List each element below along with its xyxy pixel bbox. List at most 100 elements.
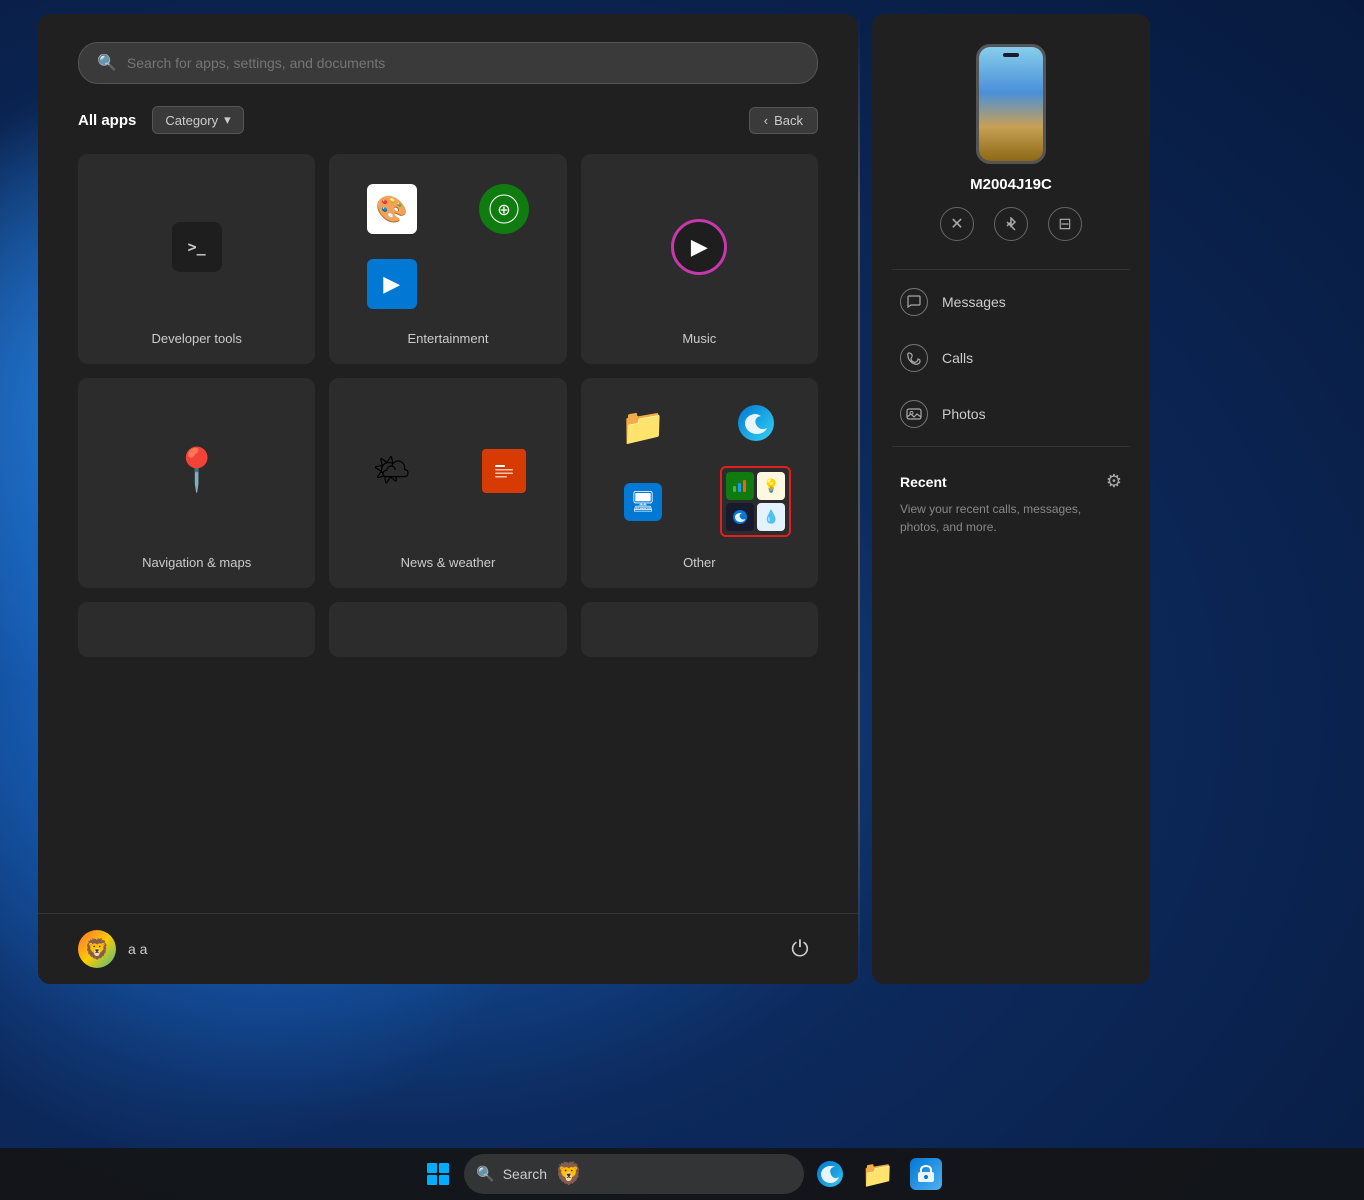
- divider-1: [892, 269, 1130, 270]
- app-tile-entertainment[interactable]: 🎨 ⊕ ▶ Entertainment: [329, 154, 566, 364]
- nav-item-photos[interactable]: Photos: [892, 386, 1130, 442]
- divider-2: [892, 446, 1130, 447]
- taskbar-center: 🔍 Search 🦁 📁: [416, 1152, 948, 1196]
- placeholder-icon: [479, 259, 529, 309]
- calls-label: Calls: [942, 350, 973, 366]
- category-label: Category: [165, 113, 218, 128]
- taskbar-store-icon: [910, 1158, 942, 1190]
- top-left-controls: All apps Category ▾: [78, 106, 244, 134]
- recent-header: Recent ⚙: [892, 471, 1130, 492]
- category-button[interactable]: Category ▾: [152, 106, 243, 134]
- mini-icon-3: [726, 503, 754, 531]
- svg-text:⊕: ⊕: [498, 202, 511, 219]
- back-button[interactable]: ‹ Back: [749, 107, 818, 134]
- user-area: 🦁 a a ⏻: [38, 913, 858, 984]
- mini-icon-2: 💡: [757, 472, 785, 500]
- app-tile-developer-tools[interactable]: >_ Developer tools: [78, 154, 315, 364]
- mini-icon-1: [726, 472, 754, 500]
- music-icon: ▶: [671, 219, 727, 275]
- top-controls: All apps Category ▾ ‹ Back: [78, 106, 818, 134]
- paint-icon: 🎨: [367, 184, 417, 234]
- messages-label: Messages: [942, 294, 1006, 310]
- taskbar: 🔍 Search 🦁 📁: [0, 1148, 1364, 1200]
- news-weather-icons: 🌤: [339, 400, 556, 541]
- win-pane-2: [439, 1163, 449, 1173]
- navigation-label: Navigation & maps: [142, 555, 251, 570]
- edge-icon: [737, 404, 775, 451]
- app-tile-navigation[interactable]: 📍 Navigation & maps: [78, 378, 315, 588]
- other-label: Other: [683, 555, 716, 570]
- phone-image: [976, 44, 1046, 164]
- back-label: Back: [774, 113, 803, 128]
- win-pane-4: [439, 1175, 449, 1185]
- other-icons: 📁 🖥: [591, 400, 808, 541]
- recent-settings-icon[interactable]: ⚙: [1106, 471, 1122, 492]
- movie-icon: ▶: [367, 259, 417, 309]
- app-group-highlighted: 💡 💧: [720, 466, 791, 537]
- start-button[interactable]: [416, 1152, 460, 1196]
- avatar-emoji: 🦁: [85, 937, 110, 962]
- phone-disconnect-button[interactable]: ✕: [940, 207, 974, 241]
- photos-icon: [900, 400, 928, 428]
- back-chevron-icon: ‹: [764, 113, 768, 128]
- messages-icon: [900, 288, 928, 316]
- bottom-tile-2: [329, 602, 566, 657]
- panel-separator: [858, 14, 860, 984]
- search-icon: 🔍: [97, 53, 117, 73]
- win-pane-3: [427, 1175, 437, 1185]
- chevron-down-icon: ▾: [224, 112, 231, 128]
- photos-label: Photos: [942, 406, 986, 422]
- app-search-input[interactable]: [127, 55, 799, 71]
- app-tile-music[interactable]: ▶ Music: [581, 154, 818, 364]
- entertainment-label: Entertainment: [408, 331, 489, 346]
- nav-item-calls[interactable]: Calls: [892, 330, 1130, 386]
- music-icons: ▶: [591, 176, 808, 317]
- developer-tools-label: Developer tools: [152, 331, 242, 346]
- developer-tools-icons: >_: [88, 176, 305, 317]
- user-info[interactable]: 🦁 a a: [78, 930, 147, 968]
- xbox-icon: ⊕: [479, 184, 529, 234]
- taskbar-search[interactable]: 🔍 Search 🦁: [464, 1154, 804, 1194]
- taskbar-explorer-button[interactable]: 📁: [856, 1152, 900, 1196]
- bottom-tile-1: [78, 602, 315, 657]
- app-search-bar[interactable]: 🔍: [78, 42, 818, 84]
- taskbar-edge-icon: [816, 1160, 844, 1188]
- music-label: Music: [682, 331, 716, 346]
- taskbar-store-button[interactable]: [904, 1152, 948, 1196]
- taskbar-edge-button[interactable]: [808, 1152, 852, 1196]
- windows-logo: [427, 1163, 449, 1185]
- entertainment-icons: 🎨 ⊕ ▶: [339, 176, 556, 317]
- phone-notch: [1003, 53, 1019, 57]
- phone-bluetooth-button[interactable]: [994, 207, 1028, 241]
- recent-description: View your recent calls, messages, photos…: [892, 500, 1130, 536]
- maps-icon: 📍: [171, 446, 223, 495]
- taskbar-search-icon: 🔍: [476, 1165, 495, 1183]
- phone-action-buttons: ✕ ⊟: [940, 207, 1082, 241]
- user-name: a a: [128, 941, 147, 957]
- weather-icon: 🌤: [373, 453, 411, 488]
- remote-desktop-icon: 🖥: [624, 483, 662, 521]
- phone-more-button[interactable]: ⊟: [1048, 207, 1082, 241]
- apps-grid: >_ Developer tools 🎨 ⊕ ▶ Entertainment ▶: [78, 154, 818, 588]
- recent-title: Recent: [900, 474, 947, 490]
- all-apps-label: All apps: [78, 112, 136, 129]
- news-weather-label: News & weather: [401, 555, 496, 570]
- app-tile-news-weather[interactable]: 🌤 News & weather: [329, 378, 566, 588]
- taskbar-lion-icon: 🦁: [555, 1160, 583, 1188]
- start-menu: 🔍 All apps Category ▾ ‹ Back >_ Develope…: [38, 14, 858, 984]
- power-button[interactable]: ⏻: [782, 931, 818, 967]
- nav-item-messages[interactable]: Messages: [892, 274, 1130, 330]
- phone-screen: [979, 47, 1043, 161]
- terminal-icon: >_: [172, 222, 222, 272]
- folder-icon: 📁: [621, 406, 666, 448]
- news-icon: [482, 449, 526, 493]
- taskbar-search-text: Search: [503, 1166, 547, 1182]
- bottom-tiles-row: [78, 602, 818, 657]
- navigation-icons: 📍: [88, 400, 305, 541]
- taskbar-folder-icon: 📁: [862, 1159, 894, 1190]
- phone-device-name: M2004J19C: [970, 176, 1052, 193]
- bottom-tile-3: [581, 602, 818, 657]
- calls-icon: [900, 344, 928, 372]
- app-tile-other[interactable]: 📁 🖥: [581, 378, 818, 588]
- phone-panel: M2004J19C ✕ ⊟ Messages Calls Photos Rece…: [872, 14, 1150, 984]
